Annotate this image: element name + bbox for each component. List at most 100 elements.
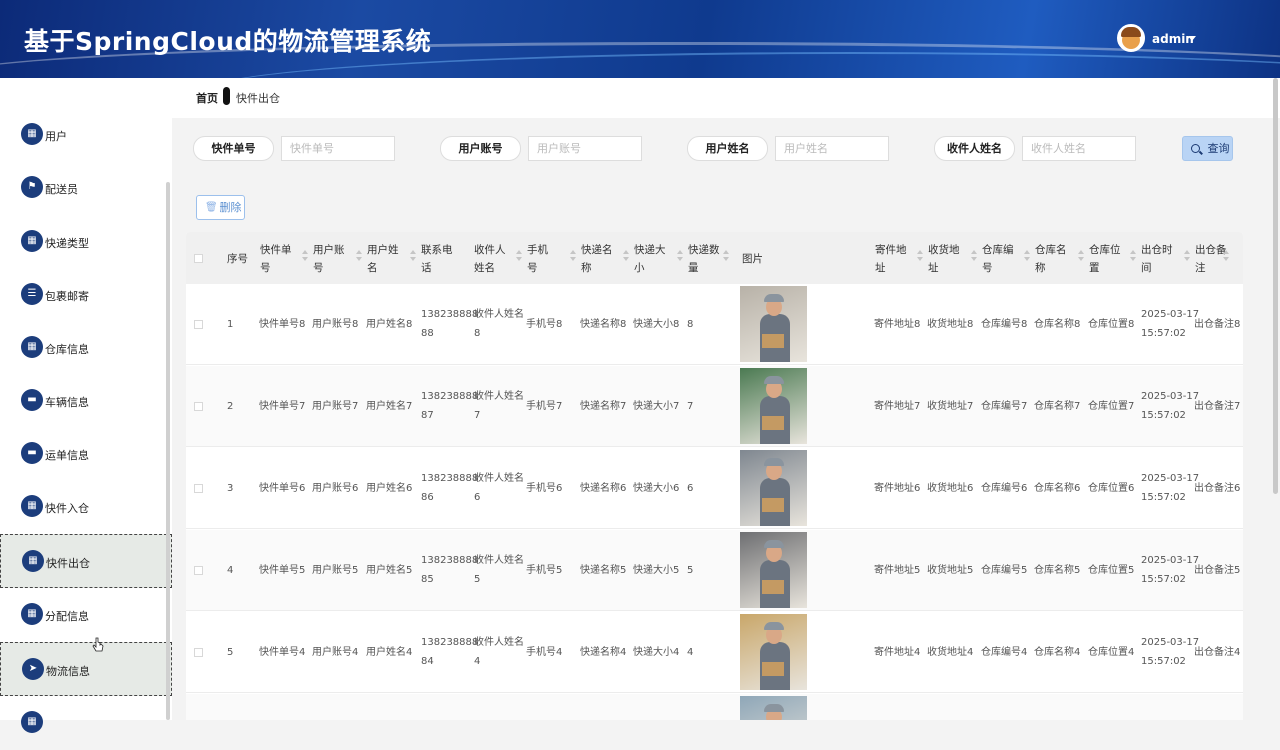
sort-icon[interactable] [356, 250, 362, 262]
package-photo[interactable] [740, 450, 807, 526]
package-photo[interactable] [740, 532, 807, 608]
search-label-recipient: 收件人姓名 [934, 136, 1015, 161]
row-checkbox[interactable] [194, 402, 203, 411]
sidebar-item[interactable]: ▦ 分配信息 [0, 588, 172, 642]
table-row[interactable] [186, 694, 1243, 720]
sidebar-item-label: 车辆信息 [45, 396, 89, 409]
sort-icon[interactable] [1078, 250, 1084, 262]
table-row[interactable]: 2 快件单号7 用户账号7 用户姓名7 手机号7 快递名称7 快递大小7 7 寄件地址7 收货地址… [186, 366, 1243, 447]
sort-icon[interactable] [971, 250, 977, 262]
table-row[interactable]: 5 快件单号4 用户账号4 用户姓名4 手机号4 快递名称4 快递大小4 4 寄件地址4 收货地址… [186, 612, 1243, 693]
table-cell: 快递大小6 [633, 483, 680, 494]
column-header-line: 寄件地 [875, 244, 907, 256]
package-photo[interactable] [740, 614, 807, 690]
recipient-input[interactable] [1022, 136, 1136, 161]
table-cell: 收件人姓名 [474, 391, 524, 402]
column-header-line: 出仓备 [1195, 244, 1227, 256]
column-header[interactable]: 仓库编号 [982, 241, 1014, 277]
column-header-line: 出仓时 [1141, 244, 1173, 256]
avatar[interactable] [1117, 24, 1145, 52]
chat-icon: ▬ [21, 389, 43, 411]
table-cell: 3 [227, 483, 234, 494]
table-row[interactable]: 3 快件单号6 用户账号6 用户姓名6 手机号6 快递名称6 快递大小6 6 寄件地址6 收货地址… [186, 448, 1243, 529]
sort-icon[interactable] [570, 250, 576, 262]
package-photo[interactable] [740, 286, 807, 362]
chevron-down-icon[interactable] [1188, 36, 1196, 41]
sidebar-item[interactable]: ▬ 车辆信息 [0, 374, 172, 428]
breadcrumb-home[interactable]: 首页 [196, 90, 218, 106]
sort-icon[interactable] [516, 250, 522, 262]
table-cell: 仓库名称6 [1034, 483, 1081, 494]
table-cell: 快件单号5 [259, 565, 306, 576]
package-photo[interactable] [740, 368, 807, 444]
column-header[interactable]: 手机号 [527, 241, 548, 277]
row-checkbox[interactable] [194, 648, 203, 657]
column-header[interactable]: 收货地址 [928, 241, 960, 277]
column-header[interactable]: 出仓备注 [1195, 241, 1227, 277]
sidebar-item[interactable]: ▦ 用户 [0, 108, 172, 162]
column-header[interactable]: 快件单号 [260, 241, 292, 277]
sidebar-item[interactable]: ▦ 快件入仓 [0, 480, 172, 534]
sort-icon[interactable] [677, 250, 683, 262]
column-header[interactable]: 仓库位置 [1089, 241, 1121, 277]
table-cell: 收件人姓名 [474, 637, 524, 648]
username-input[interactable] [775, 136, 889, 161]
account-input[interactable] [528, 136, 642, 161]
sidebar-item-label: 快递类型 [45, 237, 89, 250]
tracking-no-input[interactable] [281, 136, 395, 161]
table-cell: 仓库位置4 [1088, 647, 1135, 658]
column-header-line: 号 [527, 262, 538, 274]
parcel-box [762, 662, 784, 676]
sidebar-item[interactable]: ▬ 运单信息 [0, 427, 172, 481]
column-header[interactable]: 收件人 姓名 [474, 241, 506, 277]
table-row[interactable]: 1 快件单号8 用户账号8 用户姓名8 手机号8 快递名称8 快递大小8 8 寄件地址8 收货地址… [186, 284, 1243, 365]
sort-icon[interactable] [1130, 250, 1136, 262]
delete-button[interactable]: 🗑 删除 [196, 195, 245, 220]
sidebar-item[interactable]: ☰ 包裹邮寄 [0, 268, 172, 322]
sidebar-item[interactable]: ▦ 快递类型 [0, 215, 172, 269]
sort-icon[interactable] [1184, 250, 1190, 262]
table-cell: 快递大小8 [633, 319, 680, 330]
package-photo[interactable] [740, 696, 807, 720]
table-cell: 仓库编号7 [981, 401, 1028, 412]
table-cell: 5 [687, 565, 694, 576]
column-header[interactable]: 仓库名称 [1035, 241, 1067, 277]
sidebar-scrollbar[interactable] [166, 182, 170, 720]
column-header[interactable]: 快递数量 [688, 241, 720, 277]
table-cell: 仓库编号5 [981, 565, 1028, 576]
sidebar-item[interactable]: ▦ [0, 696, 172, 750]
table-cell: 快递名称5 [580, 565, 627, 576]
sort-icon[interactable] [623, 250, 629, 262]
column-header[interactable]: 用户姓名 [367, 241, 399, 277]
column-header[interactable]: 寄件地址 [875, 241, 907, 277]
column-header-line: 量 [688, 262, 699, 274]
sort-icon[interactable] [723, 250, 729, 262]
sidebar-item[interactable]: ▦ 快件出仓 [0, 534, 172, 588]
select-all-checkbox[interactable] [194, 254, 203, 263]
page-scrollbar[interactable] [1273, 78, 1278, 494]
search-label-username: 用户姓名 [687, 136, 768, 161]
sidebar-item[interactable]: ▦ 仓库信息 [0, 321, 172, 375]
sort-icon[interactable] [1223, 250, 1229, 262]
sort-icon[interactable] [410, 250, 416, 262]
column-header[interactable]: 出仓时间 [1141, 241, 1173, 277]
sort-icon[interactable] [302, 250, 308, 262]
column-header[interactable]: 用户账号 [313, 241, 345, 277]
column-header-line: 小 [634, 262, 645, 274]
query-button[interactable]: 查询 [1182, 136, 1233, 161]
sidebar-item[interactable]: ⚑ 配送员 [0, 161, 172, 215]
row-checkbox[interactable] [194, 484, 203, 493]
table-cell: 手机号7 [526, 401, 563, 412]
row-checkbox[interactable] [194, 320, 203, 329]
column-header[interactable]: 快递名称 [581, 241, 613, 277]
row-checkbox[interactable] [194, 566, 203, 575]
sort-icon[interactable] [917, 250, 923, 262]
sidebar-item[interactable]: ➤ 物流信息 [0, 642, 172, 696]
column-header: 联系电话 [421, 241, 453, 277]
table-row[interactable]: 4 快件单号5 用户账号5 用户姓名5 手机号5 快递名称5 快递大小5 5 寄件地址5 收货地址… [186, 530, 1243, 611]
column-header[interactable]: 快递大小 [634, 241, 666, 277]
sort-icon[interactable] [1024, 250, 1030, 262]
table-cell: 138238888 [421, 391, 479, 402]
grid-icon: ▦ [21, 123, 43, 145]
column-header-line: 仓库名 [1035, 244, 1067, 256]
